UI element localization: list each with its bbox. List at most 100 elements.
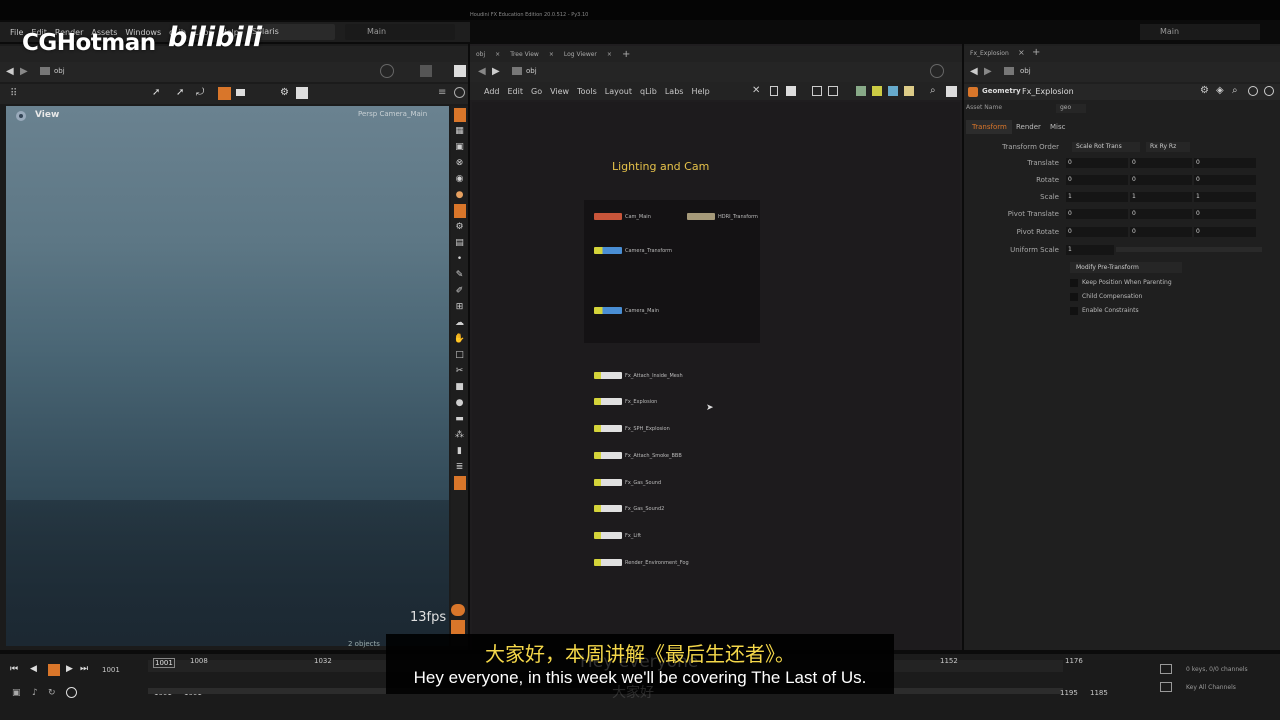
node-render-env-fog[interactable]: Render_Environment_Fog — [594, 559, 689, 566]
pivot-translate-x-field[interactable]: 0 — [1066, 209, 1128, 219]
tab-log-viewer[interactable]: Log Viewer — [564, 51, 597, 58]
net-menu-labs[interactable]: Labs — [665, 87, 684, 96]
key-all-icon[interactable] — [1160, 682, 1172, 692]
handle-tool-icon[interactable] — [218, 87, 231, 100]
tab-fx-explosion[interactable]: Fx_Explosion — [970, 50, 1009, 57]
realtime-icon[interactable]: ▣ — [12, 688, 21, 698]
node-fx-gas-sound2[interactable]: Fx_Gas_Sound2 — [594, 505, 664, 512]
node-camera-transform[interactable]: Camera_Transform — [594, 247, 672, 254]
node-fx-gas-sound[interactable]: Fx_Gas_Sound — [594, 479, 661, 486]
cut-icon[interactable]: ✂ — [454, 364, 466, 378]
view-camera-icon[interactable] — [14, 110, 28, 122]
stack-icon[interactable]: ≣ — [454, 460, 466, 474]
back-arrow-icon[interactable]: ◀ — [6, 66, 14, 77]
select-mode-icon[interactable] — [453, 108, 466, 122]
translate-x-field[interactable]: 0 — [1066, 158, 1128, 168]
container-icon[interactable]: ▮ — [454, 444, 466, 458]
rotate-tool-icon[interactable]: ⤾ — [196, 87, 204, 98]
measure-icon[interactable]: ⊞ — [454, 300, 466, 314]
enable-constraints-checkbox[interactable] — [1070, 307, 1078, 315]
net-menu-go[interactable]: Go — [531, 87, 542, 96]
tile-view-icon[interactable] — [828, 86, 838, 96]
image-icon[interactable] — [888, 86, 898, 96]
record-icon[interactable] — [66, 687, 77, 698]
layers-icon[interactable]: ◈ — [1216, 85, 1224, 96]
desktop-selector-main[interactable]: Main — [1140, 24, 1260, 40]
modify-pretransform-button[interactable]: Modify Pre-Transform — [1070, 262, 1182, 273]
node-cam-main[interactable]: Cam_Main — [594, 213, 651, 220]
align-icon[interactable] — [770, 86, 778, 96]
net-menu-edit[interactable]: Edit — [508, 87, 524, 96]
audio-icon[interactable]: ♪ — [32, 688, 38, 698]
pin-icon[interactable] — [930, 64, 944, 78]
desktop-tab-main[interactable]: Main — [345, 24, 455, 40]
cube-icon[interactable] — [420, 65, 432, 77]
network-canvas[interactable] — [472, 102, 960, 650]
camera-tool-icon[interactable] — [236, 89, 245, 96]
net-menu-add[interactable]: Add — [484, 87, 500, 96]
key-all-button[interactable]: Key All Channels — [1186, 684, 1236, 691]
skip-end-icon[interactable]: ⏭ — [80, 664, 88, 674]
node-fx-lift[interactable]: Fx_Lift — [594, 532, 641, 539]
close-icon[interactable]: × — [607, 51, 612, 58]
maximize-icon[interactable] — [454, 65, 466, 77]
rotate-order-select[interactable]: Rx Ry Rz — [1146, 142, 1190, 152]
camera-menu[interactable]: Persp Camera_Main — [358, 110, 427, 118]
asset-name-field[interactable]: geo — [1056, 104, 1086, 113]
node-camera-main[interactable]: Camera_Main — [594, 307, 659, 314]
add-tab-icon[interactable]: + — [622, 49, 630, 60]
select-arrow-icon[interactable]: ➚ — [152, 87, 160, 98]
rotate-y-field[interactable]: 0 — [1130, 175, 1192, 185]
search-icon[interactable]: ⌕ — [930, 85, 936, 96]
uniform-scale-slider[interactable] — [1116, 247, 1262, 252]
square-icon[interactable]: ■ — [454, 380, 466, 394]
wrench-icon[interactable]: ✕ — [752, 85, 760, 96]
points-icon[interactable]: ▦ — [454, 124, 466, 138]
pivot-rotate-y-field[interactable]: 0 — [1130, 227, 1192, 237]
transform-order-select[interactable]: Scale Rot Trans — [1072, 142, 1140, 152]
parameter-path[interactable]: obj — [1020, 67, 1031, 75]
warning-icon[interactable] — [451, 604, 465, 616]
loop-icon[interactable]: ↻ — [48, 688, 56, 698]
shading-icon[interactable] — [453, 204, 466, 218]
info-icon[interactable] — [1248, 86, 1258, 96]
stop-icon[interactable] — [48, 664, 60, 676]
node-name-field[interactable]: Fx_Explosion — [1022, 87, 1074, 96]
lock-icon[interactable]: ▣ — [454, 140, 466, 154]
pivot-translate-z-field[interactable]: 0 — [1194, 209, 1256, 219]
cloud-icon[interactable]: ☁ — [454, 316, 466, 330]
search-icon[interactable]: ⌕ — [1232, 85, 1238, 96]
node-fx-attach-smoke[interactable]: Fx_Attach_Smoke_BBB — [594, 452, 682, 459]
keep-position-checkbox[interactable] — [1070, 279, 1078, 287]
note-icon[interactable] — [786, 86, 796, 96]
scale-y-field[interactable]: 1 — [1130, 192, 1192, 202]
display-icon[interactable] — [946, 86, 957, 97]
folder-icon[interactable] — [904, 86, 914, 96]
network-box-title[interactable]: Lighting and Cam — [612, 160, 709, 173]
close-icon[interactable]: × — [495, 51, 500, 58]
net-menu-qlib[interactable]: qLib — [640, 87, 657, 96]
pivot-rotate-x-field[interactable]: 0 — [1066, 227, 1128, 237]
pivot-translate-y-field[interactable]: 0 — [1130, 209, 1192, 219]
network-path[interactable]: obj — [526, 67, 537, 75]
particles-icon[interactable]: ⁂ — [454, 428, 466, 442]
play-icon[interactable]: ▶ — [66, 664, 73, 674]
tab-transform[interactable]: Transform — [966, 120, 1012, 134]
grid-menu-icon[interactable]: ⠿ — [10, 88, 17, 99]
render-icon[interactable] — [453, 476, 466, 490]
cache-icon[interactable] — [451, 620, 465, 634]
sphere-icon[interactable]: ● — [454, 396, 466, 410]
tab-tree-view[interactable]: Tree View — [510, 51, 539, 58]
back-arrow-icon[interactable]: ◀ — [478, 66, 486, 77]
net-menu-layout[interactable]: Layout — [605, 87, 632, 96]
sticky-note-icon[interactable] — [872, 86, 882, 96]
gear-icon[interactable]: ⚙ — [1200, 85, 1209, 96]
lock-camera-icon[interactable]: ⚙ — [280, 87, 289, 98]
forward-arrow-icon[interactable]: ▶ — [984, 66, 992, 77]
node-fx-explosion[interactable]: Fx_Explosion — [594, 398, 657, 405]
box-icon[interactable]: ▬ — [454, 412, 466, 426]
rotate-z-field[interactable]: 0 — [1194, 175, 1256, 185]
keys-icon[interactable] — [1160, 664, 1172, 674]
snap-icon[interactable] — [296, 87, 308, 99]
display-options-icon[interactable]: ≡ — [438, 87, 446, 98]
